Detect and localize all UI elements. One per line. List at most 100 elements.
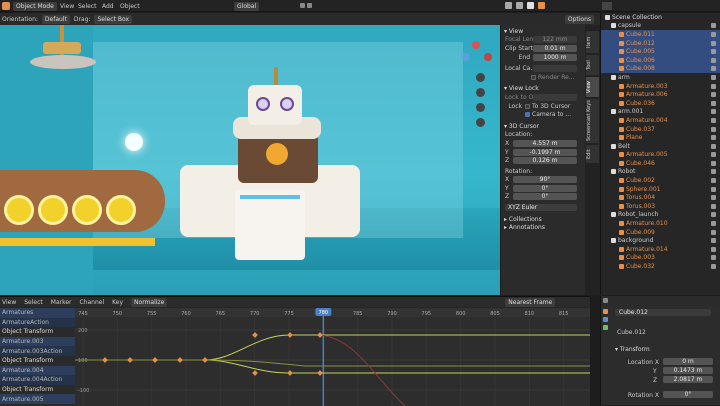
- graph-menu-marker[interactable]: Marker: [51, 299, 72, 306]
- outliner-item[interactable]: Torus.004: [601, 193, 720, 202]
- snap-dropdown[interactable]: Nearest Frame: [505, 297, 556, 307]
- visibility-eye-icon[interactable]: [711, 212, 716, 218]
- outliner-item[interactable]: Cube.002: [601, 176, 720, 185]
- outliner-item[interactable]: Armature.010: [601, 219, 720, 228]
- visibility-eye-icon[interactable]: [711, 160, 716, 166]
- outliner-item[interactable]: Cube.012: [601, 38, 720, 48]
- visibility-eye-icon[interactable]: [711, 66, 716, 72]
- cursor-rot-x-field[interactable]: 90°: [513, 176, 577, 184]
- solid-shading-icon[interactable]: [516, 2, 523, 9]
- outliner-item[interactable]: Armature.003: [601, 82, 720, 91]
- visibility-eye-icon[interactable]: [711, 203, 716, 209]
- outliner-editor-icon[interactable]: [602, 2, 612, 10]
- outliner-item[interactable]: Cube.006: [601, 55, 720, 65]
- visibility-eye-icon[interactable]: [711, 117, 716, 123]
- outliner-item[interactable]: Cube.046: [601, 159, 720, 168]
- material-properties-icon[interactable]: [603, 325, 608, 330]
- wireframe-shading-icon[interactable]: [505, 2, 512, 9]
- mode-dropdown[interactable]: Object Mode: [13, 2, 57, 11]
- channel-row[interactable]: Object Transform: [0, 384, 75, 395]
- navigation-gizmo[interactable]: [462, 41, 494, 73]
- channel-row[interactable]: Armature.005: [0, 394, 75, 404]
- outliner-item[interactable]: Plane: [601, 133, 720, 142]
- visibility-eye-icon[interactable]: [711, 221, 716, 227]
- location-z-field[interactable]: 2.0817 m: [663, 376, 713, 383]
- 3d-viewport[interactable]: [0, 25, 500, 295]
- outliner-item[interactable]: Cube.037: [601, 125, 720, 134]
- gizmo-z-icon[interactable]: [472, 41, 480, 49]
- graph-menu-view[interactable]: View: [2, 299, 16, 306]
- material-shading-icon[interactable]: [527, 2, 534, 9]
- render-region-checkbox[interactable]: [531, 74, 536, 80]
- rendered-shading-icon[interactable]: [538, 2, 545, 9]
- snap-icon[interactable]: [300, 3, 305, 8]
- channel-row[interactable]: Armature.003Action: [0, 346, 75, 356]
- visibility-eye-icon[interactable]: [711, 152, 716, 158]
- editor-type-icon[interactable]: [2, 2, 10, 10]
- channel-row[interactable]: Armature.004Action: [0, 375, 75, 385]
- menu-select[interactable]: Select: [78, 3, 97, 10]
- channel-row[interactable]: Object Transform: [0, 327, 75, 337]
- outliner-item[interactable]: Armature.014: [601, 245, 720, 254]
- gizmo-y-icon[interactable]: [462, 53, 470, 61]
- modifier-properties-icon[interactable]: [603, 317, 608, 322]
- rotation-x-field[interactable]: 0°: [663, 391, 713, 398]
- tab-tool[interactable]: Tool: [586, 55, 599, 75]
- outliner-item[interactable]: Torus.003: [601, 202, 720, 211]
- object-name-field[interactable]: Cube.012: [615, 309, 711, 316]
- outliner-collection[interactable]: background: [601, 236, 720, 245]
- menu-object[interactable]: Object: [120, 3, 140, 10]
- clip-end-field[interactable]: 1000 m: [533, 53, 577, 61]
- graph-menu-key[interactable]: Key: [112, 299, 123, 306]
- location-y-field[interactable]: 0.1473 m: [663, 367, 713, 374]
- visibility-eye-icon[interactable]: [711, 83, 716, 89]
- visibility-eye-icon[interactable]: [711, 186, 716, 192]
- rotation-mode-dropdown[interactable]: XYZ Euler: [505, 204, 577, 212]
- options-dropdown[interactable]: Options: [564, 14, 594, 24]
- outliner-item[interactable]: Cube.003: [601, 254, 720, 263]
- cursor-y-field[interactable]: -0.1997 m: [513, 148, 577, 156]
- cursor-x-field[interactable]: 4.557 m: [513, 139, 577, 147]
- outliner-collection[interactable]: Belt: [601, 142, 720, 151]
- location-x-field[interactable]: 0 m: [663, 358, 713, 365]
- visibility-eye-icon[interactable]: [711, 31, 716, 37]
- outliner-collection[interactable]: arm: [601, 73, 720, 82]
- menu-view[interactable]: View: [60, 3, 74, 10]
- normalize-toggle[interactable]: Normalize: [131, 297, 168, 307]
- graph-menu-select[interactable]: Select: [24, 299, 43, 306]
- zoom-icon[interactable]: [476, 73, 485, 82]
- camera-view-icon[interactable]: [476, 103, 485, 112]
- visibility-eye-icon[interactable]: [711, 57, 716, 63]
- outliner-collection[interactable]: Robot: [601, 168, 720, 177]
- visibility-eye-icon[interactable]: [711, 74, 716, 80]
- visibility-eye-icon[interactable]: [711, 169, 716, 175]
- transform-header[interactable]: ▾ Transform: [615, 346, 650, 353]
- visibility-eye-icon[interactable]: [711, 100, 716, 106]
- channel-row[interactable]: Armature.004: [0, 365, 75, 376]
- perspective-icon[interactable]: [476, 118, 485, 127]
- outliner-item[interactable]: Armature.004: [601, 116, 720, 125]
- tab-view[interactable]: View: [586, 77, 599, 97]
- outliner-item[interactable]: Cube.011: [601, 30, 720, 39]
- annotations-header[interactable]: ▸ Annotations: [501, 223, 585, 232]
- tab-edit[interactable]: Edit: [586, 145, 599, 163]
- orientation-dropdown[interactable]: Default: [41, 14, 70, 24]
- local-camera-field[interactable]: [533, 65, 577, 73]
- cursor-z-field[interactable]: 0.126 m: [513, 157, 577, 165]
- visibility-eye-icon[interactable]: [711, 135, 716, 141]
- outliner-item[interactable]: Armature.005: [601, 151, 720, 160]
- object-properties-icon[interactable]: [603, 309, 608, 314]
- cursor-rot-y-field[interactable]: 0°: [513, 184, 577, 192]
- visibility-eye-icon[interactable]: [711, 126, 716, 132]
- outliner-item[interactable]: Cube.008: [601, 64, 720, 74]
- tab-screencast-keys[interactable]: Screencast Keys: [586, 99, 599, 143]
- properties-editor-icon[interactable]: [603, 298, 608, 303]
- outliner-item[interactable]: Cube.036: [601, 99, 720, 108]
- outliner-collection[interactable]: arm.001: [601, 108, 720, 117]
- outliner-item[interactable]: Sphere.001: [601, 185, 720, 194]
- focal-length-field[interactable]: 122 mm: [533, 36, 577, 44]
- menu-add[interactable]: Add: [102, 3, 114, 10]
- transform-orientation-dropdown[interactable]: Global: [234, 2, 260, 11]
- view-section-header[interactable]: ▾ View: [501, 27, 585, 36]
- visibility-eye-icon[interactable]: [711, 109, 716, 115]
